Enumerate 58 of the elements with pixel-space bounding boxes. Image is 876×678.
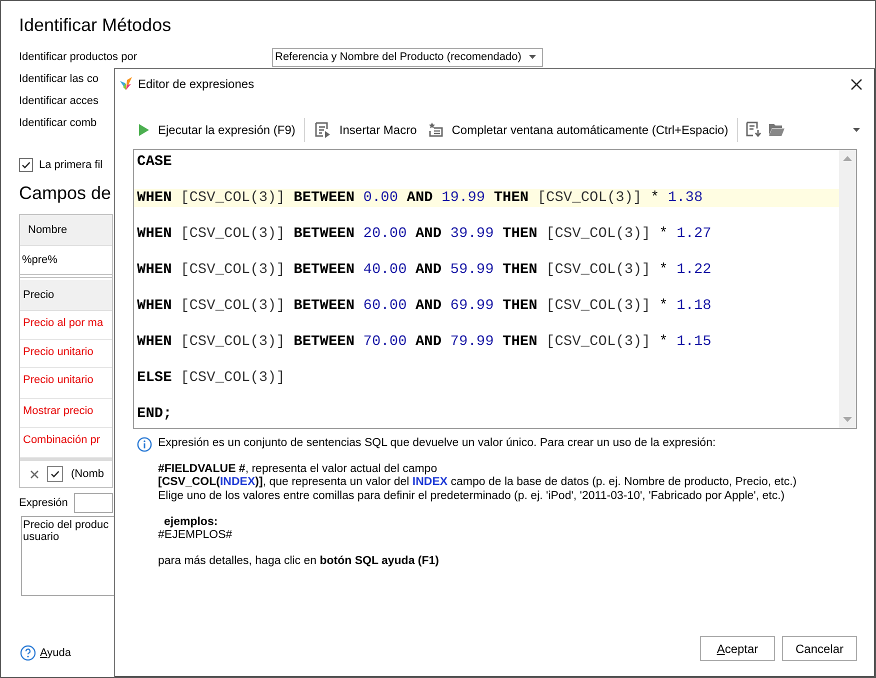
checkbox-label: La primera fil	[39, 159, 103, 171]
list-star-icon	[426, 121, 444, 138]
code-line: WHEN [CSV_COL(3)] BETWEEN 70.00 AND 79.99 THEN [CSV_COL(3)] * 1.15	[136, 333, 712, 351]
info-text: Expresión es un conjunto de sentencias SQL que devuelve un valor único. Para crear un uso de la expresión:	[158, 437, 717, 450]
toolbar-button[interactable]: Ejecutar la expresión (F9)	[136, 118, 298, 142]
info-icon	[137, 437, 152, 452]
field-label: Expresión	[19, 497, 68, 509]
info-text: #FIELDVALUE #, representa el valor actual del campo	[158, 463, 438, 476]
dialog-button[interactable]: Aceptar	[700, 636, 775, 661]
check-icon	[50, 469, 60, 479]
checkbox[interactable]	[47, 466, 63, 482]
toolbar-button[interactable]: Insertar Macro	[312, 118, 419, 142]
close-icon[interactable]	[851, 78, 862, 90]
code-line: WHEN [CSV_COL(3)] BETWEEN 20.00 AND 39.99 THEN [CSV_COL(3)] * 1.27	[136, 225, 712, 243]
dropdown-caret-icon[interactable]	[853, 128, 860, 132]
description-line: Precio del produc	[23, 519, 109, 531]
folder-icon[interactable]	[768, 122, 786, 137]
filter-value: %pre%	[22, 254, 58, 266]
filter-text: (Nomb	[71, 468, 104, 480]
section-title: Campos de	[19, 182, 112, 205]
setting-label: Identificar las co	[19, 73, 98, 85]
field-row[interactable]: Mostrar precio	[23, 405, 94, 417]
field-row[interactable]: Precio unitario	[23, 346, 94, 358]
field-row[interactable]: Precio unitario	[23, 374, 94, 386]
column-header: Nombre	[28, 224, 68, 236]
check-icon	[21, 160, 31, 170]
product-id-dropdown[interactable]: Referencia y Nombre del Producto (recomendado)	[272, 48, 543, 66]
dialog-button[interactable]: Cancelar	[782, 636, 857, 661]
info-text: #EJEMPLOS#	[158, 529, 234, 542]
info-text: [CSV_COL(INDEX)], que representa un valor del INDEX campo de la base de datos (p. ej. Nombre de producto, Precio, etc.)	[158, 476, 797, 490]
code-line: CASE	[136, 153, 173, 171]
code-line: WHEN [CSV_COL(3)] BETWEEN 40.00 AND 59.99 THEN [CSV_COL(3)] * 1.22	[136, 261, 712, 279]
code-line: WHEN [CSV_COL(3)] BETWEEN 60.00 AND 69.99 THEN [CSV_COL(3)] * 1.18	[136, 297, 712, 315]
setting-label: Identificar productos por	[19, 51, 138, 63]
app-logo-icon	[118, 76, 134, 92]
info-text: para más detalles, haga clic en botón SQL ayuda (F1)	[158, 555, 440, 568]
input-field[interactable]	[74, 493, 113, 513]
info-text: ejemplos:	[163, 516, 219, 530]
window-title: Identificar Métodos	[19, 14, 172, 37]
field-row[interactable]: Combinación pr	[23, 434, 100, 446]
description-line: usuario	[23, 531, 60, 543]
play-icon	[138, 122, 150, 136]
code-line: ELSE [CSV_COL(3)]	[136, 369, 286, 387]
code-editor[interactable]	[133, 149, 857, 429]
document-arrow-icon	[314, 121, 332, 138]
field-row[interactable]: Precio al por ma	[23, 317, 104, 329]
help-icon[interactable]	[20, 645, 36, 661]
checkbox[interactable]	[19, 158, 33, 172]
help-link[interactable]: Ayuda	[40, 647, 71, 659]
code-line: END;	[136, 405, 173, 423]
setting-label: Identificar comb	[19, 117, 97, 129]
caret-icon	[529, 55, 536, 59]
document-download-icon[interactable]	[745, 121, 762, 138]
group-header: Precio	[23, 289, 54, 301]
toolbar-button[interactable]: Completar ventana automáticamente (Ctrl+Espacio)	[424, 118, 730, 142]
dialog-title: Editor de expresiones	[138, 77, 256, 91]
info-text: Elige uno de los valores entre comillas para definir el predeterminado (p. ej. 'iPod', '2011-03-10', 'Fabricado por Apple', etc.)	[158, 490, 786, 503]
setting-label: Identificar acces	[19, 95, 98, 107]
